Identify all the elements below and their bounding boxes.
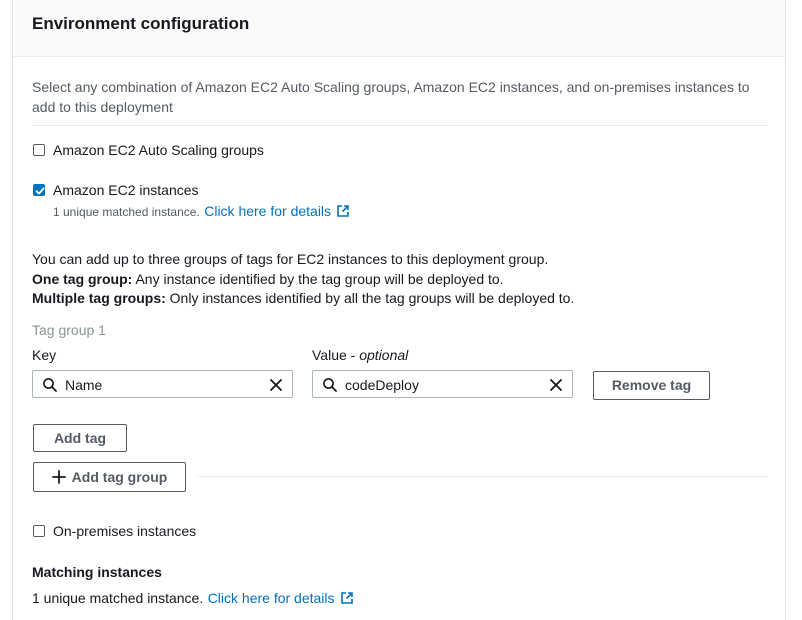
environment-configuration-panel: Environment configuration Select any com…: [12, 0, 786, 620]
tag-info: You can add up to three groups of tags f…: [32, 250, 772, 309]
panel-header: Environment configuration: [13, 0, 785, 57]
description-text: Select any combination of Amazon EC2 Aut…: [32, 79, 750, 115]
clear-icon[interactable]: [549, 378, 563, 392]
plus-icon: [51, 470, 66, 484]
matching-instances-title: Matching instances: [32, 564, 162, 580]
onprem-checkbox-label[interactable]: On-premises instances: [53, 523, 196, 539]
clear-icon[interactable]: [269, 378, 283, 392]
add-tag-group-button[interactable]: Add tag group: [33, 462, 186, 492]
multiple-tag-groups-text: Only instances identified by all the tag…: [165, 290, 575, 306]
matching-instances-info: 1 unique matched instance. Click here fo…: [32, 589, 354, 609]
value-label: Value - optional: [312, 347, 408, 363]
key-input-value: Name: [65, 377, 103, 393]
tag-info-line1: You can add up to three groups of tags f…: [32, 251, 549, 267]
one-tag-group-label: One tag group:: [32, 270, 133, 287]
ec2-matched-info: 1 unique matched instance. Click here fo…: [53, 203, 350, 221]
external-link-icon[interactable]: [336, 204, 350, 218]
asg-checkbox[interactable]: [33, 144, 45, 156]
multiple-tag-groups-label: Multiple tag groups:: [32, 290, 166, 306]
panel-title: Environment configuration: [32, 14, 250, 33]
key-label: Key: [32, 347, 57, 363]
ec2-matched-text: 1 unique matched instance.: [53, 205, 200, 219]
divider: [198, 476, 768, 477]
search-icon: [323, 378, 337, 392]
add-tag-button[interactable]: Add tag: [33, 424, 127, 452]
onprem-checkbox[interactable]: [33, 525, 45, 537]
tag-info-line2: One tag group: Any instance identified b…: [32, 270, 772, 290]
ec2-checkbox-label[interactable]: Amazon EC2 instances: [53, 182, 199, 198]
divider: [32, 125, 768, 126]
value-input[interactable]: codeDeploy: [312, 370, 573, 398]
ec2-details-link[interactable]: Click here for details: [204, 203, 331, 219]
one-tag-group-text: Any instance identified by the tag group…: [132, 270, 504, 287]
add-tag-group-label: Add tag group: [71, 469, 168, 485]
search-icon: [43, 378, 57, 392]
value-input-value: codeDeploy: [345, 377, 419, 393]
ec2-checkbox[interactable]: [33, 184, 45, 196]
tag-info-line3: Multiple tag groups: Only instances iden…: [32, 289, 772, 309]
value-optional-text: optional: [359, 347, 409, 363]
matching-details-link[interactable]: Click here for details: [208, 590, 335, 606]
asg-checkbox-label[interactable]: Amazon EC2 Auto Scaling groups: [53, 142, 264, 158]
value-label-text: Value -: [312, 347, 360, 363]
checkmark-icon: [35, 187, 45, 195]
matching-instances-text: 1 unique matched instance.: [32, 590, 204, 606]
external-link-icon[interactable]: [340, 591, 354, 605]
tag-group-title: Tag group 1: [32, 322, 106, 338]
remove-tag-button[interactable]: Remove tag: [593, 371, 710, 400]
key-input[interactable]: Name: [32, 370, 293, 398]
